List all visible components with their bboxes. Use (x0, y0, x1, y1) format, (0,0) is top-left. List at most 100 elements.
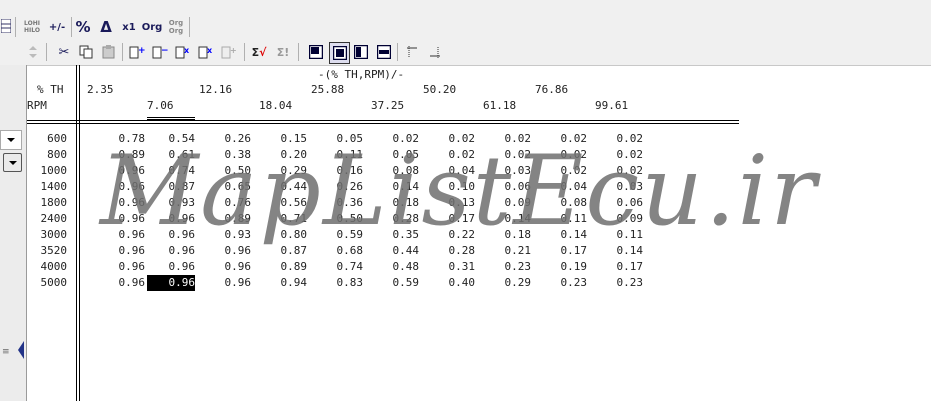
table-cell[interactable]: 0.02 (427, 147, 476, 163)
table-cell[interactable]: 0.02 (483, 147, 532, 163)
table-cell[interactable]: 0.87 (259, 243, 308, 259)
delta-icon[interactable]: Δ (97, 18, 115, 36)
table-cell[interactable]: 0.59 (371, 275, 420, 291)
table-cell[interactable]: 0.96 (147, 211, 196, 227)
table-cell[interactable]: 0.17 (595, 259, 644, 275)
table-cell[interactable]: 0.65 (203, 179, 252, 195)
table-cell[interactable]: 0.71 (259, 211, 308, 227)
table-cell[interactable]: 0.50 (315, 211, 364, 227)
view-mode-3-icon[interactable] (352, 43, 369, 61)
table-cell[interactable]: 0.96 (97, 227, 146, 243)
table-cell[interactable]: 0.23 (539, 275, 588, 291)
table-cell[interactable]: 0.20 (259, 147, 308, 163)
table-cell[interactable]: 0.09 (483, 195, 532, 211)
table-cell[interactable]: 0.50 (203, 163, 252, 179)
table-cell[interactable]: 0.03 (483, 163, 532, 179)
table-cell[interactable]: 0.02 (427, 131, 476, 147)
table-cell[interactable]: 0.28 (427, 243, 476, 259)
table-cell[interactable]: 0.96 (203, 259, 252, 275)
table-cell[interactable]: 0.78 (97, 131, 146, 147)
table-cell[interactable]: 0.93 (147, 195, 196, 211)
table-cell[interactable]: 0.18 (483, 227, 532, 243)
table-cell[interactable]: 0.96 (147, 227, 196, 243)
table-cell[interactable]: 0.74 (315, 259, 364, 275)
lohi-hilo-icon[interactable]: LOHI HILO (20, 18, 44, 36)
table-cell[interactable]: 0.17 (427, 211, 476, 227)
splitter-icon[interactable] (17, 340, 25, 360)
table-cell[interactable]: 0.89 (203, 211, 252, 227)
cursor-br-icon[interactable] (427, 43, 443, 61)
table-cell[interactable]: 0.96 (97, 243, 146, 259)
table-cell[interactable]: 0.05 (371, 147, 420, 163)
table-cell[interactable]: 0.14 (595, 243, 644, 259)
table-cell[interactable]: 0.29 (483, 275, 532, 291)
table-cell[interactable]: 0.35 (371, 227, 420, 243)
table-cell[interactable]: 0.14 (483, 211, 532, 227)
table-cell[interactable]: 0.94 (259, 275, 308, 291)
table-cell[interactable]: 0.96 (97, 259, 146, 275)
table-cell[interactable]: 0.16 (315, 163, 364, 179)
table-cell[interactable]: 0.83 (315, 275, 364, 291)
table-cell[interactable]: 0.22 (427, 227, 476, 243)
table-cell[interactable]: 0.11 (595, 227, 644, 243)
table-cell[interactable]: 0.96 (203, 275, 252, 291)
table-cell[interactable]: 0.61 (147, 147, 196, 163)
table-cell[interactable]: 0.38 (203, 147, 252, 163)
original-icon[interactable]: Org (142, 18, 163, 36)
table-cell[interactable]: 0.76 (203, 195, 252, 211)
table-cell[interactable]: 0.04 (539, 179, 588, 195)
view-mode-1-icon[interactable] (307, 43, 324, 61)
table-cell[interactable]: 0.89 (97, 147, 146, 163)
table-cell[interactable]: 0.14 (371, 179, 420, 195)
table-cell[interactable]: 0.74 (147, 163, 196, 179)
table-cell[interactable]: 0.10 (427, 179, 476, 195)
paste-icon[interactable] (100, 43, 118, 61)
insert-row-icon[interactable]: + (128, 43, 146, 61)
table-cell[interactable]: 0.08 (371, 163, 420, 179)
table-cell[interactable]: 0.06 (595, 195, 644, 211)
table-cell[interactable]: 0.05 (315, 131, 364, 147)
table-cell[interactable]: 0.09 (595, 211, 644, 227)
table-cell[interactable]: 0.44 (371, 243, 420, 259)
table-cell[interactable]: 0.02 (371, 131, 420, 147)
spin-icon[interactable] (26, 43, 40, 61)
table-cell[interactable]: 0.96 (97, 275, 146, 291)
table-cell[interactable]: 0.26 (203, 131, 252, 147)
table-cell[interactable]: 0.36 (315, 195, 364, 211)
table-cell[interactable]: 0.96 (97, 179, 146, 195)
table-cell[interactable]: 0.31 (427, 259, 476, 275)
delete-row-icon[interactable]: − (151, 43, 169, 61)
table-cell[interactable]: 0.13 (427, 195, 476, 211)
table-cell[interactable]: 0.08 (539, 195, 588, 211)
table-cell[interactable]: 0.59 (315, 227, 364, 243)
table-cell[interactable]: 0.02 (595, 163, 644, 179)
sum-check-icon[interactable]: Σ √ (250, 43, 268, 61)
table-cell[interactable]: 0.03 (595, 179, 644, 195)
table-cell[interactable]: 0.93 (203, 227, 252, 243)
selected-table-cell[interactable]: 0.96 (147, 275, 195, 291)
cursor-tl-icon[interactable] (404, 43, 420, 61)
table-cell[interactable]: 0.68 (315, 243, 364, 259)
table-cell[interactable]: 0.96 (97, 163, 146, 179)
table-cell[interactable]: 0.15 (259, 131, 308, 147)
plus-minus-icon[interactable]: +/- (47, 18, 67, 36)
grid-icon[interactable] (0, 17, 12, 35)
sum-icon[interactable]: Σ! (274, 43, 292, 61)
table-cell[interactable]: 0.96 (147, 259, 196, 275)
table-cell[interactable]: 0.18 (371, 195, 420, 211)
delete-col-icon[interactable]: x (197, 43, 215, 61)
table-cell[interactable]: 0.48 (371, 259, 420, 275)
table-cell[interactable]: 0.96 (97, 211, 146, 227)
insert-col-icon[interactable]: x (174, 43, 192, 61)
table-cell[interactable]: 0.29 (259, 163, 308, 179)
cut-icon[interactable]: ✂ (56, 43, 72, 61)
table-cell[interactable]: 0.14 (539, 227, 588, 243)
table-cell[interactable]: 0.04 (427, 163, 476, 179)
table-cell[interactable]: 0.96 (203, 243, 252, 259)
table-cell[interactable]: 0.19 (539, 259, 588, 275)
table-cell[interactable]: 0.89 (259, 259, 308, 275)
table-cell[interactable]: 0.21 (483, 243, 532, 259)
table-cell[interactable]: 0.23 (483, 259, 532, 275)
table-cell[interactable]: 0.80 (259, 227, 308, 243)
table-cell[interactable]: 0.44 (259, 179, 308, 195)
